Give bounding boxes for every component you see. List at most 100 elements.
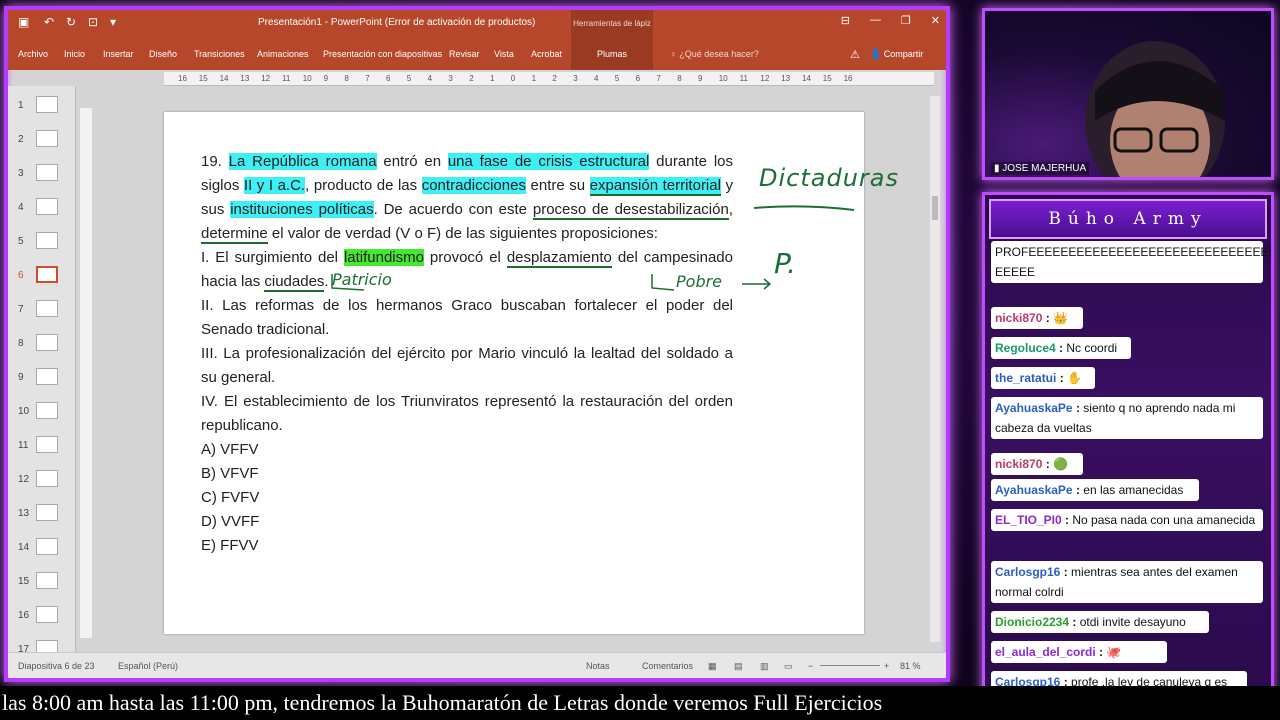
chat-username[interactable]: Carlosgp16 <box>995 565 1060 579</box>
chat-message: Carlosgp16 : mientras sea antes del exam… <box>991 561 1263 603</box>
ruler-tick-label: 15 <box>822 74 832 83</box>
slide-thumbnail[interactable]: 16 <box>14 604 70 630</box>
tab-vista[interactable]: Vista <box>494 49 514 59</box>
comments-button[interactable]: Comentarios <box>642 661 693 671</box>
chat-username[interactable]: the_ratatui <box>995 371 1056 385</box>
chat-username[interactable]: Dionicio2234 <box>995 615 1069 629</box>
ruler-tick-label: 15 <box>198 74 208 83</box>
slide-thumbnail-number: 6 <box>18 270 24 281</box>
ruler-tick-label: 7 <box>656 74 661 83</box>
slide-thumbnail[interactable]: 2 <box>14 128 70 154</box>
slide-thumbnail[interactable]: 15 <box>14 570 70 596</box>
share-button[interactable]: 👤 Compartir <box>870 49 923 60</box>
slide-thumbnail-preview <box>36 300 58 317</box>
slide-thumbnail-number: 13 <box>18 508 30 519</box>
slide-thumbnail[interactable]: 3 <box>14 162 70 188</box>
undo-icon[interactable]: ↶ <box>44 15 54 29</box>
ink-p: P. <box>774 247 796 280</box>
normal-view-icon[interactable]: ▦ <box>708 661 717 672</box>
slide-thumbnail[interactable]: 10 <box>14 400 70 426</box>
slide-thumbnail[interactable]: 6 <box>14 264 70 290</box>
slide-thumbnail-preview <box>36 368 58 385</box>
slide-thumbnail-number: 8 <box>18 338 24 349</box>
chat-separator: : <box>1042 311 1054 325</box>
zoom-in-icon[interactable]: + <box>884 661 889 671</box>
ink-arrow-pobre <box>651 274 675 291</box>
slide-thumbnail-preview <box>36 198 58 215</box>
minimize-icon[interactable]: — <box>870 14 881 27</box>
save-icon[interactable]: ▣ <box>18 15 29 29</box>
ruler-tick-label: 13 <box>240 74 250 83</box>
window-title: Presentación1 - PowerPoint (Error de act… <box>258 17 536 28</box>
presenter-name: JOSE MAJERHUA <box>1002 163 1087 174</box>
chat-username[interactable]: EL_TIO_PI0 <box>995 513 1062 527</box>
slide-thumbnail[interactable]: 11 <box>14 434 70 460</box>
slide-canvas[interactable]: 19. La República romana entró en una fas… <box>164 112 898 634</box>
slide-thumbnail-number: 10 <box>18 406 30 417</box>
chat-username[interactable]: nicki870 <box>995 457 1042 471</box>
slide-thumbnail-preview <box>36 334 58 351</box>
slide-thumbnails-pane: 1 2 3 4 5 6 7 8 9 10 11 12 13 14 15 16 17 <box>8 86 76 657</box>
chat-username[interactable]: AyahuaskaPe <box>995 401 1073 415</box>
sorter-view-icon[interactable]: ▤ <box>734 661 743 672</box>
slide-counter: Diapositiva 6 de 23 <box>18 661 95 671</box>
ruler-tick-label: 3 <box>448 74 453 83</box>
chat-text: 👑 <box>1053 311 1068 325</box>
ruler-tick-label: 3 <box>573 74 578 83</box>
chat-username[interactable]: Regoluce4 <box>995 341 1056 355</box>
slide-thumbnail[interactable]: 12 <box>14 468 70 494</box>
slide-thumbnail-number: 1 <box>18 100 24 111</box>
close-icon[interactable]: ✕ <box>931 14 940 27</box>
tab-acrobat[interactable]: Acrobat <box>531 49 562 59</box>
reading-view-icon[interactable]: ▥ <box>760 661 769 672</box>
chat-separator: : <box>1095 645 1107 659</box>
zoom-slider[interactable] <box>820 665 880 666</box>
share-label: Compartir <box>883 49 924 59</box>
ruler-tick-label: 4 <box>594 74 599 83</box>
chat-separator: : <box>1072 483 1084 497</box>
ruler-tick-label: 2 <box>469 74 474 83</box>
slideshow-view-icon[interactable]: ▭ <box>784 661 793 672</box>
tab-diseno[interactable]: Diseño <box>149 49 177 59</box>
redo-icon[interactable]: ↻ <box>66 15 76 29</box>
slide-thumbnail[interactable]: 13 <box>14 502 70 528</box>
tab-insertar[interactable]: Insertar <box>103 49 134 59</box>
slide-thumbnail-number: 15 <box>18 576 30 587</box>
ruler-tick-label: 2 <box>552 74 557 83</box>
warning-icon[interactable]: ⚠ <box>850 48 860 61</box>
slide-thumbnail[interactable]: 1 <box>14 94 70 120</box>
tab-revisar[interactable]: Revisar <box>449 49 480 59</box>
notes-button[interactable]: Notas <box>586 661 610 671</box>
chat-username[interactable]: el_aula_del_cordi <box>995 645 1096 659</box>
vertical-scrollbar[interactable] <box>930 96 940 642</box>
chat-username[interactable]: nicki870 <box>995 311 1042 325</box>
tab-inicio[interactable]: Inicio <box>64 49 85 59</box>
tell-me-search[interactable]: ♀ ¿Qué desea hacer? <box>670 49 759 59</box>
slide-thumbnail[interactable]: 8 <box>14 332 70 358</box>
tab-transiciones[interactable]: Transiciones <box>194 49 245 59</box>
zoom-level[interactable]: 81 % <box>900 661 921 671</box>
slide-thumbnail[interactable]: 7 <box>14 298 70 324</box>
slide-thumbnail-preview <box>36 504 58 521</box>
chat-username[interactable]: AyahuaskaPe <box>995 483 1073 497</box>
slideshow-icon[interactable]: ⊡ <box>88 15 98 29</box>
slide-thumbnail[interactable]: 4 <box>14 196 70 222</box>
ruler-tick-label: 7 <box>365 74 370 83</box>
slide-thumbnail[interactable]: 5 <box>14 230 70 256</box>
tab-animaciones[interactable]: Animaciones <box>257 49 309 59</box>
tab-plumas[interactable]: Plumas <box>571 36 653 70</box>
tab-presentacion[interactable]: Presentación con diapositivas <box>323 49 442 59</box>
slide-thumbnail[interactable]: 14 <box>14 536 70 562</box>
vertical-ruler <box>80 108 92 638</box>
ribbon-display-icon[interactable]: ⊟ <box>841 14 850 27</box>
scrollbar-thumb[interactable] <box>932 196 938 220</box>
restore-icon[interactable]: ❐ <box>901 14 911 27</box>
zoom-out-icon[interactable]: − <box>808 661 813 671</box>
language-indicator[interactable]: Español (Perú) <box>118 661 178 671</box>
slide-thumbnail[interactable]: 9 <box>14 366 70 392</box>
tab-archivo[interactable]: Archivo <box>18 49 48 59</box>
ruler-tick-label: 1 <box>490 74 495 83</box>
chat-message: el_aula_del_cordi : 🐙 <box>991 641 1167 663</box>
slide-thumbnail-number: 4 <box>18 202 24 213</box>
customize-qat-icon[interactable]: ▾ <box>110 15 116 29</box>
